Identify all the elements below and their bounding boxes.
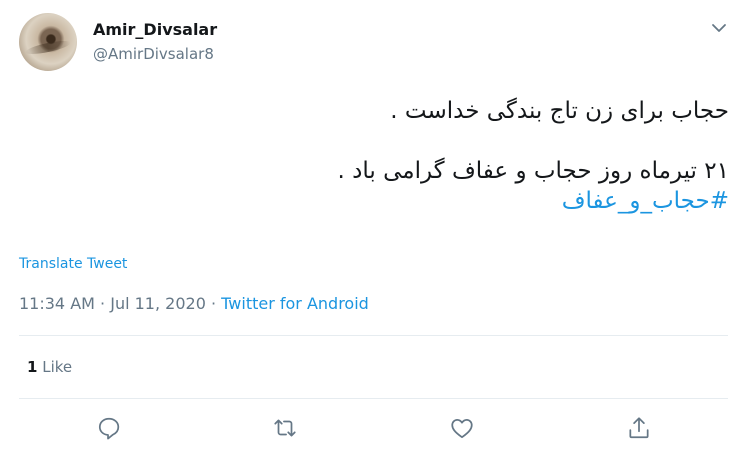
tweet-date[interactable]: Jul 11, 2020 bbox=[110, 294, 206, 313]
reply-icon bbox=[98, 417, 120, 440]
hashtag-link[interactable]: #حجاب_و_عفاف bbox=[29, 186, 729, 216]
translate-tweet-link[interactable]: Translate Tweet bbox=[19, 256, 127, 272]
chevron-down-icon[interactable] bbox=[709, 18, 729, 38]
tweet-time[interactable]: 11:34 AM bbox=[19, 294, 95, 313]
tweet-metadata: 11:34 AM · Jul 11, 2020 · Twitter for An… bbox=[19, 294, 369, 313]
like-button[interactable] bbox=[449, 415, 475, 441]
author-handle[interactable]: @AmirDivsalar8 bbox=[93, 45, 214, 63]
divider bbox=[19, 398, 728, 399]
divider bbox=[19, 335, 728, 336]
avatar[interactable] bbox=[19, 13, 77, 71]
meta-separator: · bbox=[210, 294, 217, 313]
retweet-icon bbox=[274, 419, 296, 437]
likes-number: 1 bbox=[27, 358, 38, 376]
share-icon bbox=[629, 417, 649, 439]
author-display-name[interactable]: Amir_Divsalar bbox=[93, 20, 217, 39]
likes-count[interactable]: 1 Like bbox=[27, 358, 72, 376]
tweet-text: حجاب برای زن تاج بندگی خداست . ۲۱ تیرماه… bbox=[29, 96, 729, 216]
tweet-line-1: حجاب برای زن تاج بندگی خداست . bbox=[390, 98, 729, 124]
likes-label: Like bbox=[42, 358, 73, 376]
reply-button[interactable] bbox=[96, 415, 122, 441]
tweet-source-link[interactable]: Twitter for Android bbox=[221, 294, 369, 313]
meta-separator: · bbox=[100, 294, 106, 313]
retweet-button[interactable] bbox=[272, 415, 298, 441]
share-button[interactable] bbox=[626, 415, 652, 441]
tweet-line-2: ۲۱ تیرماه روز حجاب و عفاف گرامی باد . bbox=[337, 158, 729, 184]
like-icon bbox=[451, 419, 473, 439]
